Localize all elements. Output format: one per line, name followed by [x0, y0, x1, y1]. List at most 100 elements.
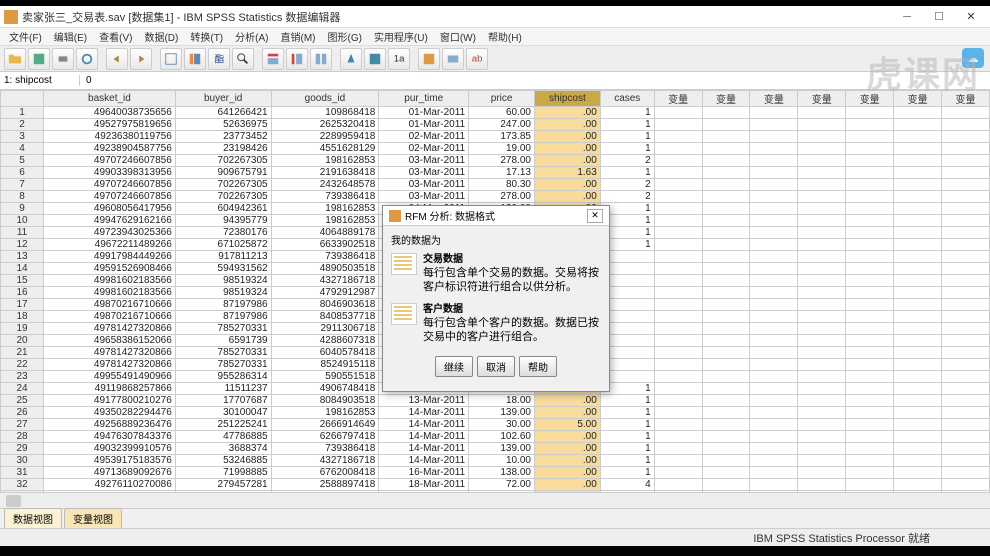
row-number[interactable]: 26: [1, 407, 44, 419]
insert-case-icon[interactable]: [262, 48, 284, 70]
cell[interactable]: 03-Mar-2011: [379, 191, 469, 203]
cell[interactable]: [846, 311, 894, 323]
cell[interactable]: [750, 455, 798, 467]
cell[interactable]: [750, 347, 798, 359]
cell[interactable]: [798, 119, 846, 131]
cell[interactable]: [702, 407, 750, 419]
cell[interactable]: 2625320418: [271, 119, 379, 131]
cell[interactable]: 1: [600, 443, 654, 455]
cell[interactable]: [702, 419, 750, 431]
cell[interactable]: [942, 227, 990, 239]
maximize-button[interactable]: ☐: [924, 8, 954, 26]
cell[interactable]: 49781427320866: [44, 323, 176, 335]
cell[interactable]: 17.13: [469, 167, 535, 179]
menu-item[interactable]: 图形(G): [322, 28, 366, 45]
cell[interactable]: 49608056417956: [44, 203, 176, 215]
cell[interactable]: [654, 395, 702, 407]
row-number[interactable]: 16: [1, 287, 44, 299]
cell[interactable]: [750, 275, 798, 287]
cell[interactable]: [846, 167, 894, 179]
row-number[interactable]: 14: [1, 263, 44, 275]
cell[interactable]: 03-Mar-2011: [379, 155, 469, 167]
cell[interactable]: [702, 311, 750, 323]
row-number[interactable]: 24: [1, 383, 44, 395]
menu-item[interactable]: 文件(F): [4, 28, 47, 45]
cell[interactable]: [798, 107, 846, 119]
cell[interactable]: [654, 167, 702, 179]
cell[interactable]: [750, 155, 798, 167]
cell[interactable]: [894, 311, 942, 323]
cell[interactable]: [846, 455, 894, 467]
cell[interactable]: .00: [534, 431, 600, 443]
cell[interactable]: [846, 299, 894, 311]
cell[interactable]: 02-Mar-2011: [379, 143, 469, 155]
cell[interactable]: [798, 311, 846, 323]
cell[interactable]: [654, 407, 702, 419]
dialog-close-button[interactable]: ✕: [587, 209, 603, 223]
cell[interactable]: [846, 335, 894, 347]
cell[interactable]: [942, 239, 990, 251]
cell[interactable]: [894, 335, 942, 347]
cell[interactable]: 785270331: [175, 323, 271, 335]
cell[interactable]: [894, 287, 942, 299]
cell[interactable]: [894, 431, 942, 443]
row-number[interactable]: 13: [1, 251, 44, 263]
cell[interactable]: [702, 371, 750, 383]
cell[interactable]: [942, 407, 990, 419]
cell[interactable]: 102.60: [469, 431, 535, 443]
cell[interactable]: [750, 383, 798, 395]
cell[interactable]: [798, 143, 846, 155]
cell[interactable]: [798, 359, 846, 371]
cell[interactable]: 109868418: [271, 107, 379, 119]
cell[interactable]: 72380176: [175, 227, 271, 239]
row-number[interactable]: 28: [1, 431, 44, 443]
redo-icon[interactable]: [130, 48, 152, 70]
menu-item[interactable]: 数据(D): [139, 28, 183, 45]
cell[interactable]: [654, 371, 702, 383]
cell[interactable]: [846, 371, 894, 383]
row-number[interactable]: 27: [1, 419, 44, 431]
cell[interactable]: [942, 251, 990, 263]
cell[interactable]: [702, 143, 750, 155]
cell[interactable]: 1: [600, 455, 654, 467]
cell[interactable]: 80.30: [469, 179, 535, 191]
cell[interactable]: [750, 143, 798, 155]
cell[interactable]: [654, 287, 702, 299]
cell[interactable]: [654, 143, 702, 155]
cell[interactable]: [702, 479, 750, 491]
cell[interactable]: .00: [534, 179, 600, 191]
column-header[interactable]: 变量: [798, 91, 846, 107]
cell[interactable]: 955286314: [175, 371, 271, 383]
cell[interactable]: [894, 131, 942, 143]
cell[interactable]: [750, 287, 798, 299]
cell[interactable]: 49947629162166: [44, 215, 176, 227]
cell[interactable]: 49781427320866: [44, 347, 176, 359]
cell[interactable]: [798, 419, 846, 431]
dialog-button[interactable]: 帮助: [519, 356, 557, 377]
cell[interactable]: [894, 383, 942, 395]
cell[interactable]: .00: [534, 443, 600, 455]
cell[interactable]: [894, 179, 942, 191]
cell[interactable]: 87197986: [175, 299, 271, 311]
cell[interactable]: [942, 167, 990, 179]
cell[interactable]: 49236380119756: [44, 131, 176, 143]
cell[interactable]: .00: [534, 143, 600, 155]
cell[interactable]: 5.00: [534, 419, 600, 431]
cell[interactable]: [894, 119, 942, 131]
row-number[interactable]: 19: [1, 323, 44, 335]
variables-icon[interactable]: 酯: [208, 48, 230, 70]
cell[interactable]: 49276110270086: [44, 479, 176, 491]
row-number[interactable]: 1: [1, 107, 44, 119]
menu-item[interactable]: 分析(A): [230, 28, 273, 45]
cell[interactable]: [750, 227, 798, 239]
column-header[interactable]: 变量: [942, 91, 990, 107]
row-number[interactable]: 18: [1, 311, 44, 323]
cell[interactable]: 10.00: [469, 455, 535, 467]
cell[interactable]: [798, 155, 846, 167]
row-number[interactable]: 29: [1, 443, 44, 455]
cell[interactable]: [942, 215, 990, 227]
cell[interactable]: [654, 443, 702, 455]
goto-icon[interactable]: [160, 48, 182, 70]
cell[interactable]: 198162853: [271, 155, 379, 167]
cell[interactable]: [750, 119, 798, 131]
